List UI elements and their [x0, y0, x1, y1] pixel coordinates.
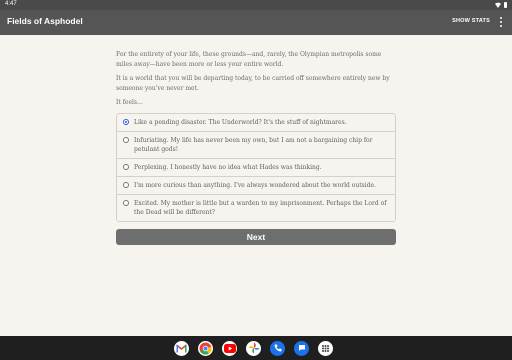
status-time: 4:47: [5, 1, 17, 7]
choice-option-label: Excited. My mother is little but a warde…: [134, 199, 387, 216]
radio-button-selected[interactable]: [123, 119, 129, 125]
battery-icon: [504, 2, 507, 8]
choice-option-label: I'm more curious than anything. I've alw…: [134, 181, 376, 189]
radio-button[interactable]: [123, 137, 129, 143]
choice-list: Like a pending disaster. The Underworld?…: [116, 112, 396, 222]
choice-option[interactable]: I'm more curious than anything. I've alw…: [117, 175, 395, 194]
story-content: For the entirety of your life, these gro…: [116, 50, 396, 245]
choice-option[interactable]: Excited. My mother is little but a warde…: [117, 193, 395, 221]
choice-option-label: Infuriating. My life has never been my o…: [134, 136, 373, 153]
chrome-icon[interactable]: [198, 340, 213, 356]
status-bar: 4:47: [0, 0, 512, 10]
photos-icon[interactable]: [246, 340, 261, 356]
choice-option[interactable]: Like a pending disaster. The Underworld?…: [117, 114, 395, 131]
radio-button[interactable]: [123, 200, 129, 206]
phone-icon[interactable]: [270, 340, 285, 356]
radio-button[interactable]: [123, 182, 129, 188]
choice-prompt: It feels...: [116, 99, 143, 106]
choice-option-label: Perplexing. I honestly have no idea what…: [134, 163, 322, 171]
app-drawer-icon[interactable]: [318, 340, 333, 356]
story-paragraph: It is a world that you will be departing…: [116, 75, 390, 92]
radio-button[interactable]: [123, 164, 129, 170]
choice-option[interactable]: Infuriating. My life has never been my o…: [117, 130, 395, 158]
story-paragraph: For the entirety of your life, these gro…: [116, 51, 382, 68]
gmail-icon[interactable]: [174, 340, 189, 356]
overflow-menu-icon[interactable]: [499, 17, 503, 27]
status-icons: [495, 2, 507, 8]
app-bar: Fields of Asphodel SHOW STATS: [0, 10, 512, 35]
show-stats-button[interactable]: SHOW STATS: [452, 18, 490, 24]
youtube-icon[interactable]: [222, 340, 237, 356]
messages-icon[interactable]: [294, 340, 309, 356]
next-button[interactable]: Next: [116, 228, 396, 245]
choice-option[interactable]: Perplexing. I honestly have no idea what…: [117, 157, 395, 176]
app-title: Fields of Asphodel: [7, 16, 83, 26]
wifi-icon: [495, 2, 501, 8]
app-dock: [174, 340, 333, 356]
choice-option-label: Like a pending disaster. The Underworld?…: [134, 118, 347, 126]
